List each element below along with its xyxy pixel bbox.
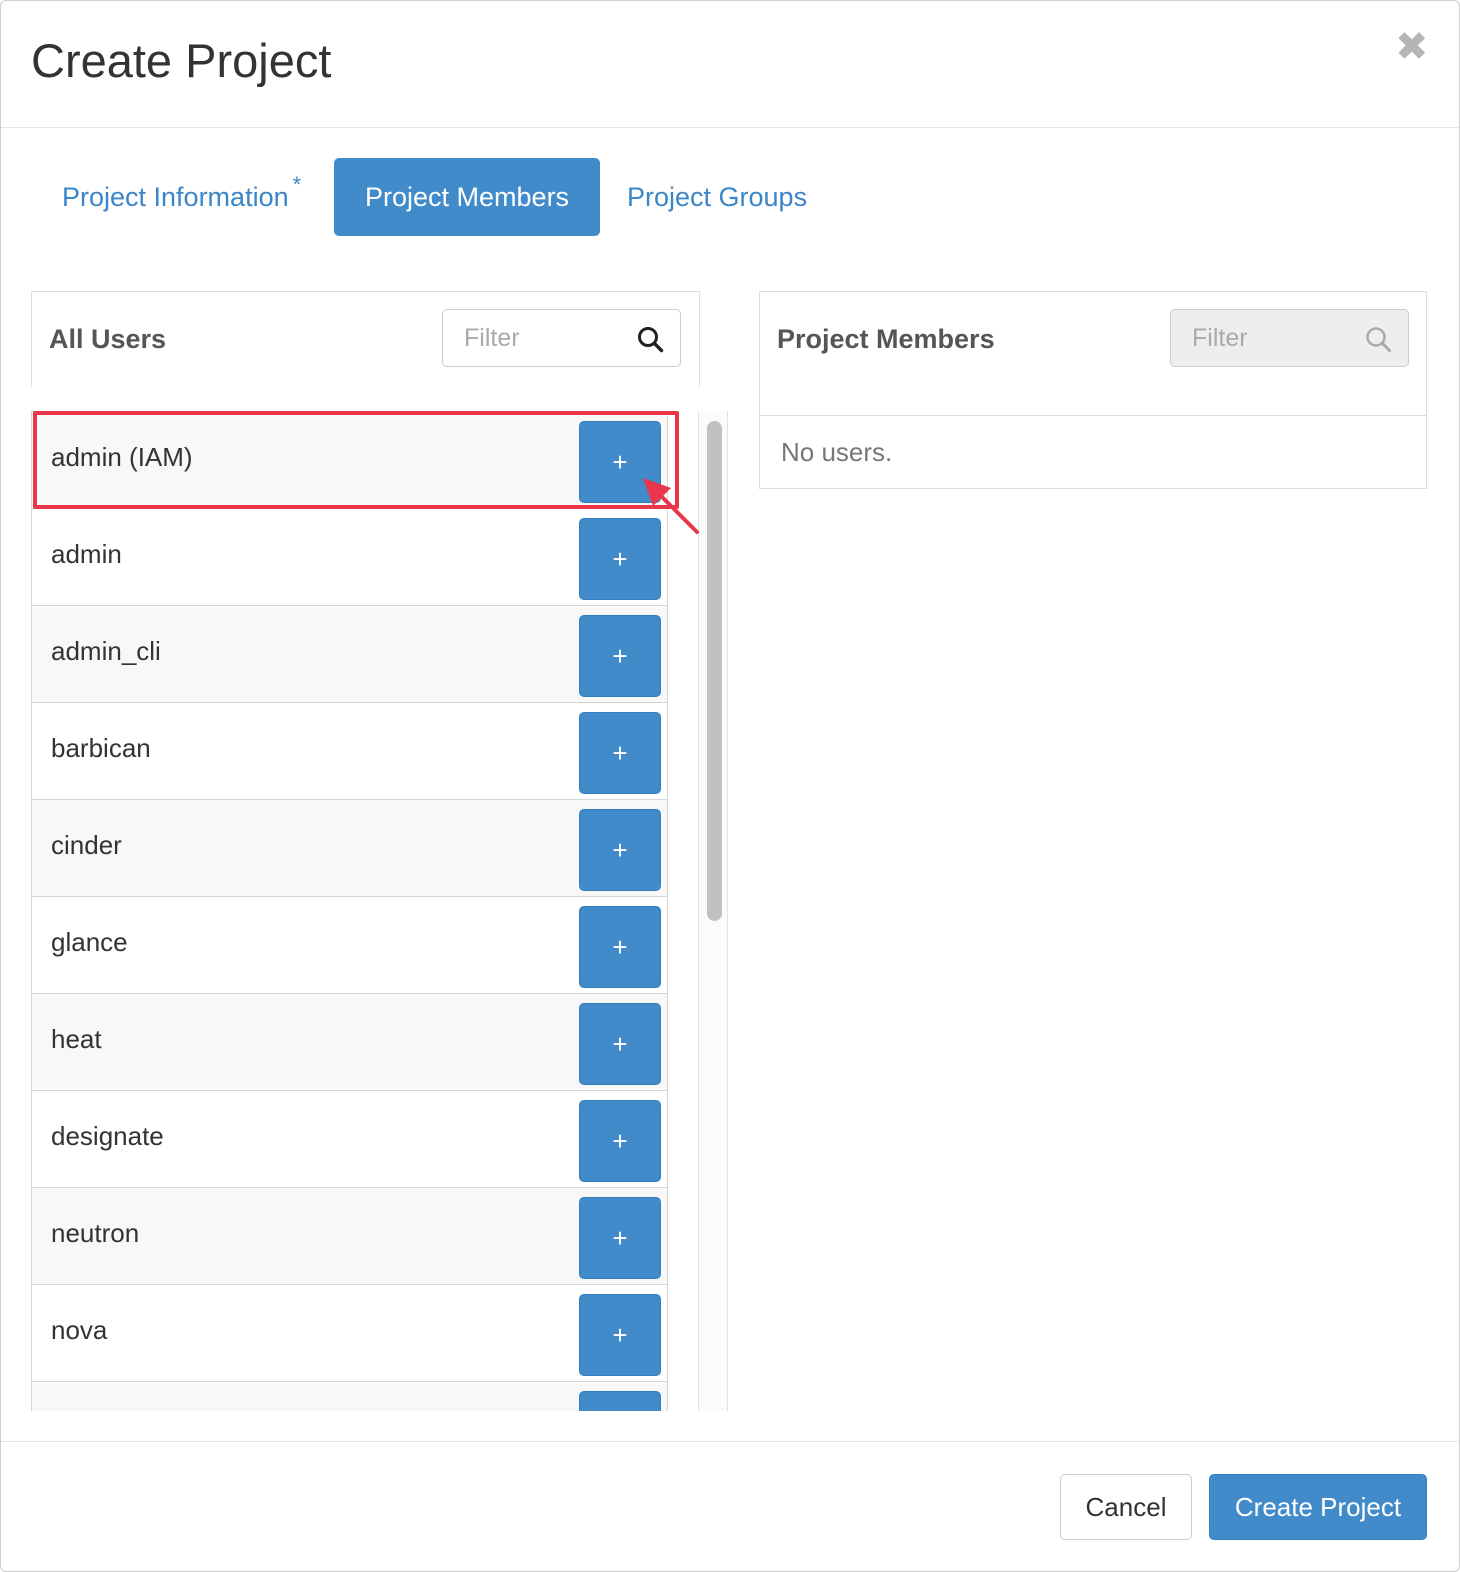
user-name: admin (IAM): [51, 442, 193, 472]
project-members-list: No users.: [759, 415, 1427, 489]
all-users-filter[interactable]: [442, 309, 681, 367]
user-row: neutron +: [31, 1188, 668, 1285]
dialog-footer: Cancel Create Project: [1, 1441, 1459, 1572]
tab-label: Project Members: [365, 182, 570, 212]
dialog-title: Create Project: [31, 34, 332, 87]
project-members-filter: [1170, 309, 1409, 367]
cancel-button[interactable]: Cancel: [1060, 1474, 1192, 1540]
tab-label: Project Groups: [627, 182, 808, 212]
user-row: admin_cli +: [31, 606, 668, 703]
add-user-button[interactable]: +: [579, 1100, 661, 1182]
tab-project-members[interactable]: Project Members: [334, 158, 601, 236]
project-members-title: Project Members: [777, 324, 995, 354]
tab-label: Project Information: [62, 182, 289, 212]
search-icon: [638, 327, 664, 353]
user-row: heat +: [31, 994, 668, 1091]
add-user-button[interactable]: +: [579, 1391, 661, 1411]
add-user-button[interactable]: +: [579, 712, 661, 794]
scrollbar-thumb[interactable]: [707, 421, 722, 921]
empty-message: No users.: [781, 437, 893, 467]
close-icon[interactable]: ✖: [1395, 25, 1429, 69]
user-row: barbican +: [31, 703, 668, 800]
user-row: +: [31, 1382, 668, 1411]
create-project-button[interactable]: Create Project: [1209, 1474, 1427, 1540]
add-user-button[interactable]: +: [579, 809, 661, 891]
user-name: cinder: [51, 830, 122, 860]
add-user-button[interactable]: +: [579, 615, 661, 697]
user-name: admin_cli: [51, 636, 161, 666]
dialog-header: Create Project ✖: [1, 1, 1459, 128]
all-users-list: admin (IAM) + admin + admin_cli + barbican + cin…: [31, 411, 668, 1411]
search-icon: [1366, 327, 1391, 352]
all-users-title: All Users: [49, 324, 167, 354]
create-project-dialog: Create Project ✖ Project Information * Pr…: [0, 0, 1460, 1572]
user-row: designate +: [31, 1091, 668, 1188]
user-name: admin: [51, 539, 122, 569]
all-users-header: All Users: [31, 291, 700, 387]
user-row: admin +: [31, 509, 668, 606]
user-row: glance +: [31, 897, 668, 994]
user-name: barbican: [51, 733, 151, 763]
tab-project-groups[interactable]: Project Groups: [596, 158, 838, 236]
all-users-list-viewport: admin (IAM) + admin + admin_cli + barbican + cin…: [31, 411, 728, 1411]
add-user-button[interactable]: +: [579, 1003, 661, 1085]
user-name: nova: [51, 1315, 108, 1345]
project-members-header: Project Members: [759, 291, 1427, 416]
add-user-button[interactable]: +: [579, 1197, 661, 1279]
tab-project-information[interactable]: Project Information *: [31, 158, 332, 236]
add-user-button[interactable]: +: [579, 1294, 661, 1376]
user-name: designate: [51, 1121, 164, 1151]
required-asterisk: *: [292, 172, 302, 197]
scrollbar-track[interactable]: [698, 411, 728, 1411]
add-user-button[interactable]: +: [579, 906, 661, 988]
user-row: nova +: [31, 1285, 668, 1382]
user-name: neutron: [51, 1218, 140, 1248]
user-row: admin (IAM) +: [31, 411, 668, 509]
user-name: heat: [51, 1024, 102, 1054]
add-user-button[interactable]: +: [579, 518, 661, 600]
user-row: cinder +: [31, 800, 668, 897]
add-user-button[interactable]: +: [579, 421, 661, 503]
user-name: glance: [51, 927, 128, 957]
